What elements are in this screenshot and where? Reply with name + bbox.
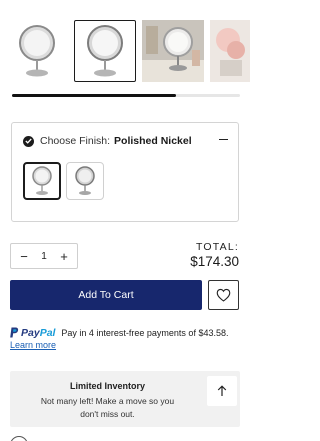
total-price: $174.30 — [190, 254, 239, 269]
mirror-lifestyle-photo — [142, 20, 204, 82]
product-thumbnail-gallery — [0, 0, 250, 90]
checkmark-icon — [23, 135, 34, 147]
product-thumbnail-2[interactable] — [74, 20, 136, 82]
paypal-p-icon — [10, 327, 19, 338]
partial-circle-icon — [10, 436, 28, 441]
mirror-product-icon — [87, 25, 123, 77]
gallery-scrollbar-thumb[interactable] — [12, 94, 177, 97]
arrow-up-icon — [217, 385, 227, 396]
quantity-increase-button[interactable]: + — [58, 249, 70, 264]
total-label: TOTAL: — [196, 241, 239, 253]
quantity-stepper: − 1 + — [10, 243, 78, 269]
quantity-value[interactable]: 1 — [41, 251, 47, 262]
finish-header[interactable]: Choose Finish: Polished Nickel — [23, 135, 192, 147]
limited-inventory-banner: Limited Inventory Not many left! Make a … — [10, 371, 240, 427]
finish-selector-panel: Choose Finish: Polished Nickel — [11, 122, 239, 222]
mirror-product-icon — [19, 25, 55, 77]
finish-option-polished-nickel[interactable] — [23, 162, 61, 200]
polished-nickel-swatch — [32, 166, 52, 195]
collapse-icon[interactable] — [219, 134, 228, 145]
mirror-lifestyle-photo — [210, 20, 250, 82]
paypal-logo-pay: Pay — [21, 327, 40, 339]
inventory-message: Not many left! Make a move so you don't … — [40, 396, 175, 419]
alternate-finish-swatch — [75, 166, 95, 195]
paypal-logo-pal: Pal — [39, 327, 56, 339]
heart-icon — [216, 288, 231, 302]
finish-option-alternate[interactable] — [66, 162, 104, 200]
product-thumbnail-1[interactable] — [6, 20, 68, 82]
product-thumbnail-3[interactable] — [142, 20, 204, 82]
quantity-decrease-button[interactable]: − — [18, 249, 30, 264]
paypal-installment-text: Pay in 4 interest-free payments of $43.5… — [61, 328, 229, 338]
paypal-message: PayPal Pay in 4 interest-free payments o… — [10, 327, 242, 351]
finish-selected-value: Polished Nickel — [114, 135, 192, 147]
finish-label: Choose Finish: — [40, 135, 111, 147]
wishlist-button[interactable] — [208, 280, 239, 310]
add-to-cart-button[interactable]: Add To Cart — [10, 280, 202, 310]
scroll-to-top-button[interactable] — [207, 376, 237, 406]
paypal-logo: PayPal — [10, 327, 58, 339]
product-thumbnail-4[interactable] — [210, 20, 250, 82]
paypal-learn-more-link[interactable]: Learn more — [10, 340, 56, 350]
gallery-scrollbar[interactable] — [12, 94, 240, 97]
inventory-title: Limited Inventory — [69, 381, 145, 391]
